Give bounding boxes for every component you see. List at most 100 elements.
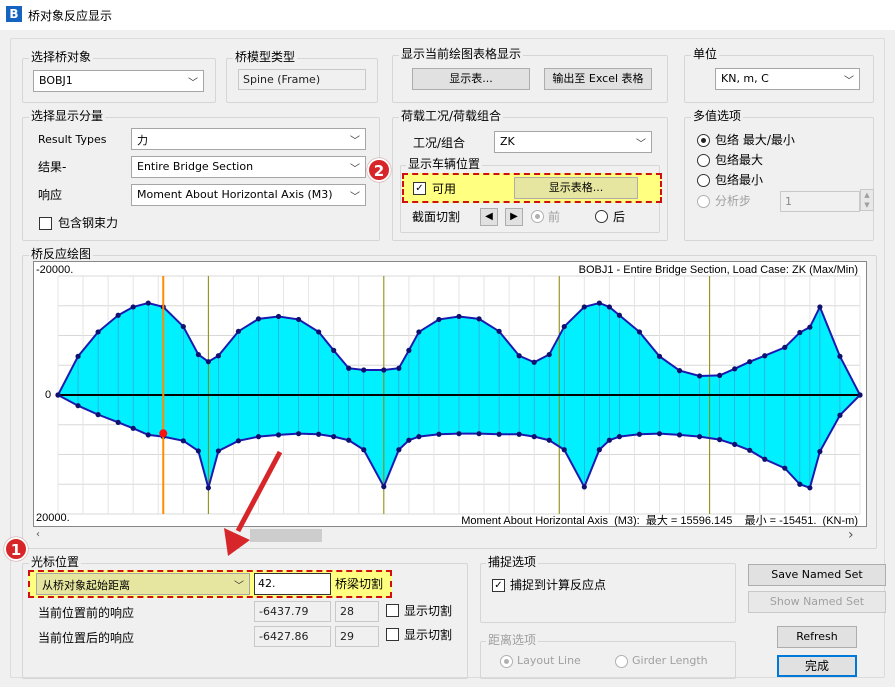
data-point (616, 434, 623, 440)
data-point (717, 437, 723, 443)
annotation-badge-1: 1 (4, 537, 28, 561)
front-label: 前 (548, 210, 561, 224)
bridge-object-select[interactable]: BOBJ1 ﹀ (33, 70, 204, 92)
data-point (817, 448, 823, 455)
show-named-set-button[interactable]: Show Named Set (748, 591, 886, 613)
multivalue-radio-3[interactable] (697, 174, 710, 187)
data-point (275, 313, 282, 320)
chart-footer: Moment About Horizontal Axis (M3): 最大 = … (461, 515, 858, 527)
result-type-value: 力 (137, 134, 148, 147)
chart-title: BOBJ1 - Entire Bridge Section, Load Case… (578, 264, 858, 276)
result-type-select[interactable]: 力 ﹀ (131, 128, 366, 150)
data-point (180, 438, 186, 444)
scroll-right-icon[interactable]: › (848, 527, 854, 543)
data-point (531, 434, 537, 440)
data-point (316, 431, 322, 437)
data-point (762, 456, 768, 462)
prev-arrow-icon[interactable]: ◀ (480, 208, 498, 226)
data-point (456, 431, 462, 437)
back-radio[interactable] (595, 210, 608, 223)
refresh-button[interactable]: Refresh (777, 626, 857, 648)
vehicle-enabled-checkbox[interactable]: ✓ (413, 182, 426, 195)
snap-label: 捕捉选项 (486, 555, 539, 569)
data-point (95, 329, 101, 335)
step-spinner[interactable]: ▲ ▼ (860, 189, 874, 211)
title-bar (0, 0, 895, 30)
after-response-index: 29 (335, 626, 379, 647)
data-point (747, 447, 753, 453)
done-button[interactable]: 完成 (777, 655, 857, 677)
data-point (296, 316, 302, 323)
front-radio[interactable] (531, 210, 544, 223)
bridge-object-value: BOBJ1 (39, 74, 73, 87)
show-cut-before-checkbox[interactable] (386, 604, 399, 617)
result-type-label: Result Types (38, 133, 107, 146)
data-point (857, 392, 863, 398)
export-excel-button[interactable]: 输出至 Excel 表格 (544, 68, 652, 90)
data-point (145, 432, 151, 438)
next-arrow-icon[interactable]: ▶ (505, 208, 523, 226)
data-point (416, 434, 422, 440)
chevron-down-icon: ﹀ (636, 139, 646, 150)
data-point (406, 437, 412, 443)
data-point (581, 484, 587, 490)
scroll-left-icon[interactable]: ‹ (36, 529, 40, 540)
cursor-mode-select[interactable]: 从桥对象起始距离 ﹀ (36, 573, 250, 595)
app-icon: B (6, 6, 22, 22)
response-select[interactable]: Moment About Horizontal Axis (M3) ﹀ (131, 184, 366, 206)
cursor-distance-input[interactable]: 42. (254, 573, 331, 595)
multivalue-radio-2[interactable] (697, 154, 710, 167)
data-point (476, 316, 482, 322)
data-point (546, 351, 552, 358)
before-response-index: 28 (335, 601, 379, 622)
snap-checkbox[interactable]: ✓ (492, 579, 505, 592)
data-point (436, 431, 442, 437)
plot-group-label: 桥反应绘图 (29, 247, 94, 261)
save-named-set-button[interactable]: Save Named Set (748, 564, 886, 586)
data-point (75, 353, 81, 359)
show-cut-after-checkbox[interactable] (386, 628, 399, 641)
units-label: 单位 (691, 47, 720, 61)
multivalue-label: 多值选项 (691, 109, 744, 123)
step-input[interactable]: 1 (780, 191, 860, 212)
response-value: Moment About Horizontal Axis (M3) (137, 188, 333, 201)
data-point (546, 437, 552, 443)
data-point (807, 485, 813, 491)
data-point (606, 304, 612, 310)
data-point (381, 484, 387, 490)
data-point (797, 329, 803, 336)
plot-scrollbar[interactable] (33, 527, 867, 544)
data-point (636, 329, 643, 335)
tendon-label: 包含钢束力 (58, 216, 119, 230)
data-point (797, 481, 803, 487)
data-point (697, 434, 703, 440)
case-select[interactable]: ZK ﹀ (494, 131, 652, 153)
data-point (331, 434, 337, 440)
girder-length-radio[interactable] (615, 655, 628, 668)
data-point (807, 324, 813, 330)
data-point (596, 300, 602, 306)
chevron-down-icon: ﹀ (188, 78, 198, 89)
units-select[interactable]: KN, m, C ﹀ (715, 68, 860, 90)
data-point (130, 304, 136, 310)
y-zero-label: 0 (45, 389, 52, 401)
show-table-button[interactable]: 显示表... (412, 68, 530, 90)
data-point (180, 323, 186, 330)
show-cut-after-label: 显示切割 (404, 628, 453, 642)
data-point (531, 359, 537, 365)
result-label: 结果- (38, 160, 67, 174)
scrollbar-thumb[interactable] (250, 529, 322, 542)
data-point (346, 365, 352, 371)
multivalue-radio-1[interactable] (697, 134, 710, 147)
tendon-checkbox[interactable] (39, 217, 52, 230)
data-point (616, 312, 623, 318)
bridge-response-plot[interactable]: -20000. 20000. 0 BOBJ1 - Entire Bridge S… (33, 261, 867, 527)
data-point (205, 359, 211, 365)
chart-svg (55, 275, 863, 515)
multivalue-radio-4[interactable] (697, 195, 710, 208)
result-select[interactable]: Entire Bridge Section ﹀ (131, 156, 366, 178)
vehicle-show-table-button[interactable]: 显示表格... (514, 177, 638, 199)
layout-line-radio[interactable] (500, 655, 513, 668)
before-response-value: -6437.79 (254, 601, 331, 622)
multivalue-option-4: 分析步 (715, 194, 752, 208)
